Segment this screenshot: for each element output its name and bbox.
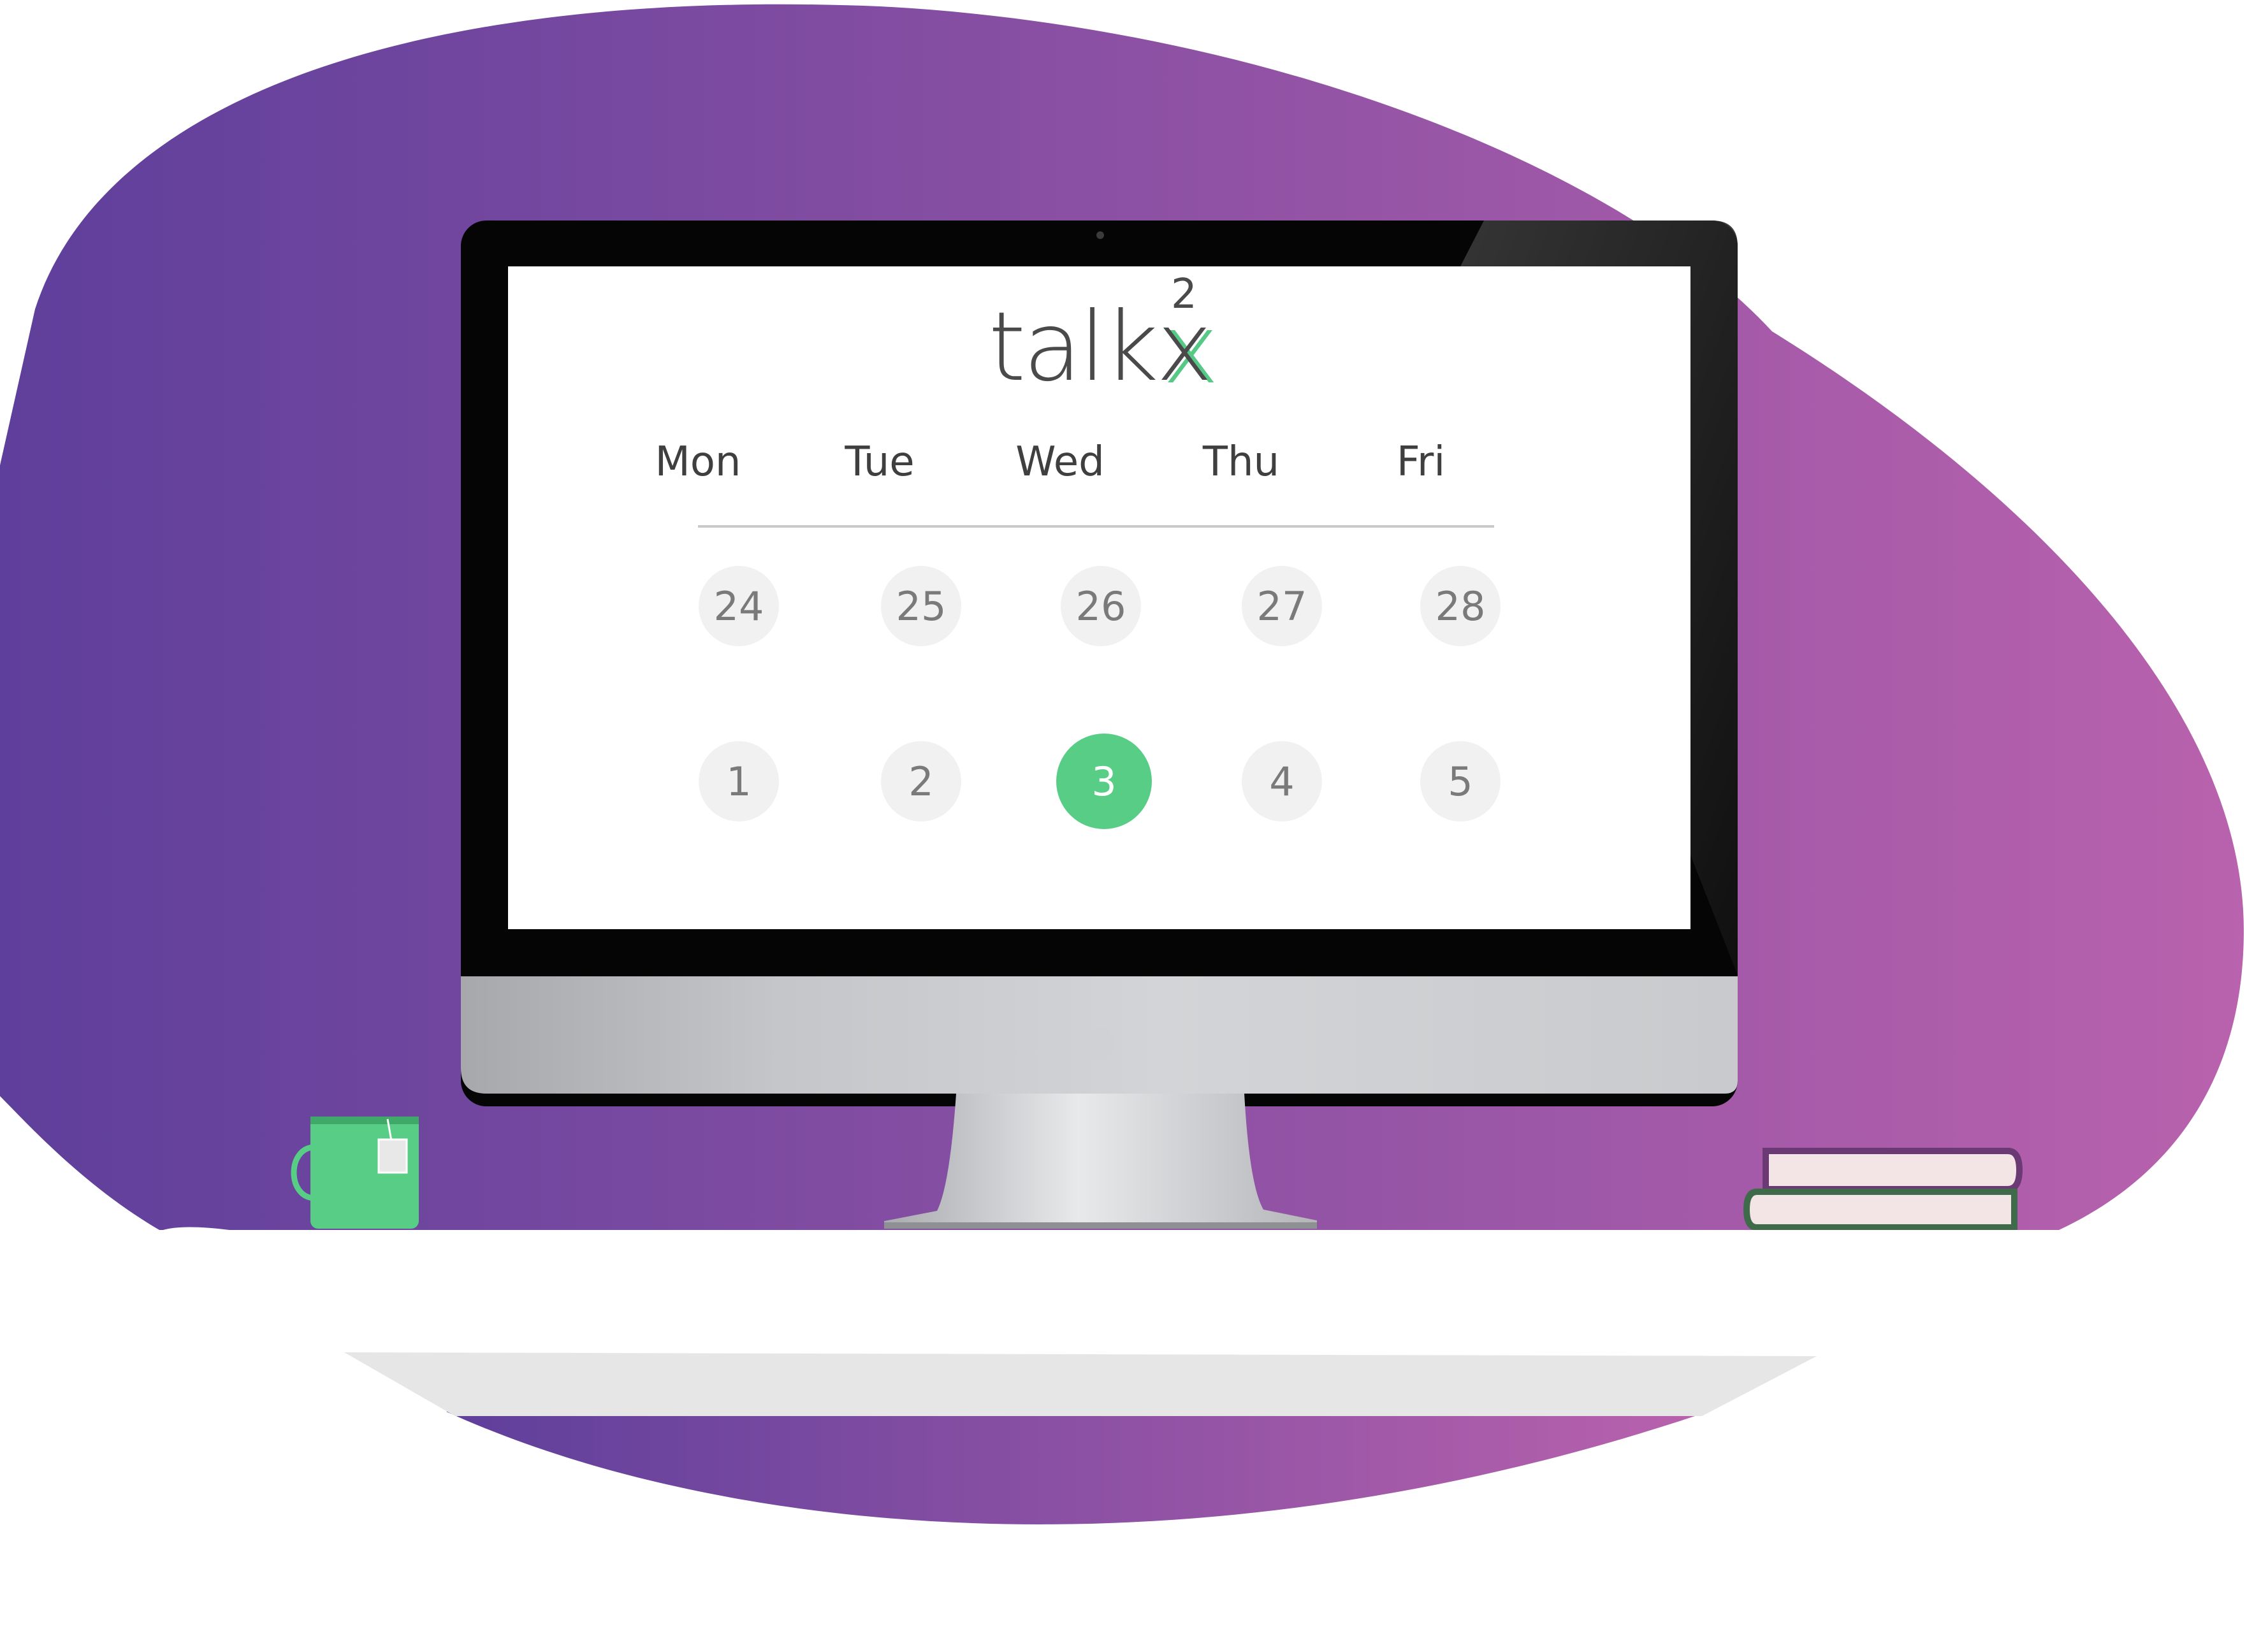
weekday-fri: Fri	[1396, 438, 1446, 486]
camera-dot	[1096, 231, 1104, 239]
background-blob-lower	[446, 1412, 1708, 1524]
day-4[interactable]: 4	[1242, 741, 1322, 821]
header-divider	[698, 525, 1494, 528]
monitor-screen: talk x 2 Mon Tue Wed Thu Fri 24 25 26 27 …	[508, 266, 1690, 929]
talkx-logo: talk x	[508, 274, 1690, 395]
tea-mug	[291, 1117, 419, 1229]
day-25[interactable]: 25	[881, 566, 961, 646]
weekday-header: Mon Tue Wed Thu Fri	[655, 433, 1494, 491]
day-1[interactable]: 1	[699, 741, 779, 821]
day-28[interactable]: 28	[1420, 566, 1501, 646]
apple-logo-icon	[1086, 1027, 1114, 1060]
weekday-mon: Mon	[655, 438, 741, 486]
day-5[interactable]: 5	[1420, 741, 1501, 821]
weekday-thu: Thu	[1202, 438, 1280, 486]
day-3-selected[interactable]: 3	[1056, 734, 1152, 829]
weekday-tue: Tue	[845, 438, 915, 486]
logo-word: talk	[988, 292, 1158, 403]
day-27[interactable]: 27	[1242, 566, 1322, 646]
monitor-stand-base	[884, 1222, 1317, 1229]
weekday-wed: Wed	[1015, 438, 1105, 486]
day-24[interactable]: 24	[699, 566, 779, 646]
desk-top	[159, 1227, 2104, 1352]
desk-shadow	[344, 1352, 1817, 1416]
logo-superscript: 2	[1171, 271, 1197, 318]
books-stack	[1743, 1148, 2023, 1231]
day-26[interactable]: 26	[1061, 566, 1141, 646]
day-2[interactable]: 2	[881, 741, 961, 821]
